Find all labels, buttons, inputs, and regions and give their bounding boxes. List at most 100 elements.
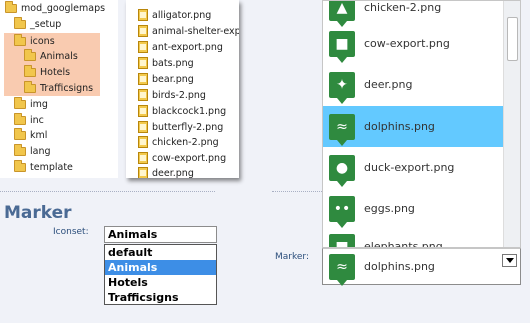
tree-item-label: kml <box>30 129 48 141</box>
tree-item-label: _setup <box>30 18 62 30</box>
image-file-icon <box>138 41 148 53</box>
separator-left <box>0 191 215 192</box>
folder-tree: mod_googlemaps _setup icons Animals Hote… <box>0 0 118 178</box>
tree-item-label: Trafficsigns <box>40 82 94 94</box>
file-item-label: deer.png <box>152 167 194 179</box>
tree-item-kml[interactable]: kml <box>14 127 47 143</box>
marker-select-value: dolphins.png <box>364 260 435 273</box>
image-file-icon <box>138 121 148 133</box>
marker-option-duck[interactable]: ● duck-export.png <box>323 147 504 188</box>
tree-item-label: icons <box>30 35 55 47</box>
image-file-icon <box>138 167 148 178</box>
marker-option-label: chicken-2.png <box>364 1 442 14</box>
iconset-option-default[interactable]: default <box>105 245 216 260</box>
file-item[interactable]: bear.png <box>138 71 194 87</box>
dolphin-icon: ≈ <box>329 113 355 146</box>
file-item-label: blackcock1.png <box>152 105 227 117</box>
marker-label: Marker: <box>275 252 309 262</box>
tree-item-trafficsigns[interactable]: Trafficsigns <box>24 80 93 96</box>
marker-option-label: eggs.png <box>364 202 415 215</box>
file-item-label: chicken-2.png <box>152 136 219 148</box>
iconset-option-animals[interactable]: Animals <box>105 260 216 275</box>
folder-icon <box>14 112 26 125</box>
file-item[interactable]: alligator.png <box>138 7 211 23</box>
folder-icon <box>24 80 36 93</box>
image-file-icon <box>138 152 148 164</box>
tree-item-label: template <box>30 161 73 173</box>
folder-icon <box>24 48 36 61</box>
image-file-icon <box>138 57 148 69</box>
folder-icon <box>14 159 26 172</box>
image-file-icon <box>138 89 148 101</box>
deer-icon: ✦ <box>329 71 355 104</box>
tree-item-label: lang <box>30 145 51 157</box>
file-item[interactable]: bats.png <box>138 55 194 71</box>
tree-item-icons[interactable]: icons <box>14 33 55 49</box>
file-item[interactable]: deer.png <box>138 165 194 178</box>
tree-item-img[interactable]: img <box>14 96 48 112</box>
file-item[interactable]: birds-2.png <box>138 87 206 103</box>
folder-icon <box>14 33 26 46</box>
dolphin-icon: ≈ <box>329 253 355 286</box>
tree-item-label: img <box>30 98 48 110</box>
marker-option-label: deer.png <box>364 78 413 91</box>
file-item-label: bats.png <box>152 57 194 69</box>
file-item-label: animal-shelter-exp... <box>152 25 239 37</box>
marker-option-dolphins[interactable]: ≈ dolphins.png <box>323 106 504 147</box>
file-item[interactable]: cow-export.png <box>138 150 226 166</box>
marker-option-elephants[interactable]: ■ elephants.png <box>323 226 504 248</box>
folder-icon <box>5 0 17 13</box>
scrollbar-thumb[interactable] <box>507 17 518 61</box>
tree-item-lang[interactable]: lang <box>14 143 51 159</box>
file-item-label: ant-export.png <box>152 41 223 53</box>
iconset-select[interactable]: Animals <box>104 226 217 243</box>
dropdown-button[interactable] <box>502 254 517 267</box>
image-file-icon <box>138 9 148 21</box>
file-item-label: alligator.png <box>152 9 212 21</box>
file-item[interactable]: blackcock1.png <box>138 103 226 119</box>
file-item[interactable]: animal-shelter-exp... <box>138 23 239 39</box>
tree-item-animals[interactable]: Animals <box>24 48 78 64</box>
marker-option-label: elephants.png <box>364 240 443 248</box>
tree-item-label: Animals <box>40 50 78 62</box>
marker-option-label: dolphins.png <box>364 120 435 133</box>
marker-option-label: duck-export.png <box>364 161 455 174</box>
folder-icon <box>24 64 36 77</box>
iconset-option-trafficsigns[interactable]: Trafficsigns <box>105 290 216 305</box>
file-item[interactable]: butterfly-2.png <box>138 119 223 135</box>
folder-icon <box>14 16 26 29</box>
duck-icon: ● <box>329 154 355 187</box>
folder-icon <box>14 143 26 156</box>
iconset-label: Iconset: <box>53 227 89 237</box>
marker-option-eggs[interactable]: •• eggs.png <box>323 188 504 229</box>
tree-item-inc[interactable]: inc <box>14 112 44 128</box>
image-file-icon <box>138 73 148 85</box>
marker-options-list: ▲ chicken-2.png ■ cow-export.png ✦ deer.… <box>322 0 521 248</box>
file-item[interactable]: ant-export.png <box>138 39 223 55</box>
marker-option-deer[interactable]: ✦ deer.png <box>323 64 504 105</box>
chicken-icon: ▲ <box>329 1 355 27</box>
tree-item-root[interactable]: mod_googlemaps <box>5 0 105 16</box>
tree-item-label: inc <box>30 114 44 126</box>
tree-item-hotels[interactable]: Hotels <box>24 64 70 80</box>
cow-icon: ■ <box>329 30 355 63</box>
chevron-down-icon <box>505 258 514 263</box>
file-item-label: butterfly-2.png <box>152 121 224 133</box>
marker-option-cow[interactable]: ■ cow-export.png <box>323 23 504 64</box>
tree-item-template[interactable]: template <box>14 159 73 175</box>
folder-icon <box>14 96 26 109</box>
marker-select[interactable]: ≈ dolphins.png <box>322 248 521 286</box>
tree-item-label: Hotels <box>40 66 71 78</box>
tree-item-label: mod_googlemaps <box>21 2 106 14</box>
file-item[interactable]: chicken-2.png <box>138 134 219 150</box>
folder-icon <box>14 127 26 140</box>
section-title: Marker <box>4 203 72 223</box>
marker-list-scrollbar[interactable] <box>503 1 520 247</box>
file-item-label: bear.png <box>152 73 194 85</box>
iconset-option-hotels[interactable]: Hotels <box>105 275 216 290</box>
marker-option-label: cow-export.png <box>364 37 450 50</box>
elephant-icon: ■ <box>329 233 355 247</box>
iconset-options-list: default Animals Hotels Trafficsigns <box>104 244 217 305</box>
tree-item-setup[interactable]: _setup <box>14 16 61 32</box>
image-file-icon <box>138 136 148 148</box>
